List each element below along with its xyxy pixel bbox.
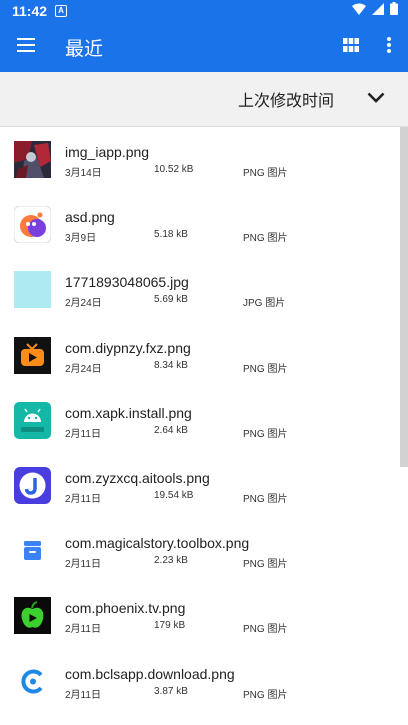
file-type: JPG 图片 <box>243 298 286 310</box>
appbar-actions <box>332 22 408 72</box>
notification-icon: A <box>55 5 68 17</box>
app-logo-thumbnail <box>14 206 51 244</box>
file-name: com.diypnzy.fxz.png <box>65 339 191 356</box>
file-type: PNG 图片 <box>243 363 288 375</box>
file-name: 1771893048065.jpg <box>65 274 189 291</box>
list-item[interactable]: com.phoenix.tv.png 2月11日 179 kB PNG 图片 <box>0 583 408 648</box>
file-size: 19.54 kB <box>154 489 194 501</box>
file-size: 2.64 kB <box>154 424 188 436</box>
file-type: PNG 图片 <box>243 624 288 636</box>
list-item[interactable]: asd.png 3月9日 5.18 kB PNG 图片 <box>0 192 408 257</box>
more-vert-icon <box>387 36 391 58</box>
file-list: img_iapp.png 3月14日 10.52 kB PNG 图片 asd.p… <box>0 127 408 714</box>
status-right <box>352 2 398 20</box>
file-name: img_iapp.png <box>65 144 150 160</box>
list-item[interactable]: com.zyzxcq.aitools.png 2月11日 19.54 kB PN… <box>0 453 408 518</box>
file-size: 5.69 kB <box>154 294 188 306</box>
file-name: asd.png <box>65 209 115 226</box>
signal-icon <box>372 2 384 20</box>
grid-view-icon <box>343 37 359 57</box>
list-item[interactable]: com.xapk.install.png 2月11日 2.64 kB PNG 图… <box>0 388 408 453</box>
list-item[interactable]: com.diypnzy.fxz.png 2月24日 8.34 kB PNG 图片 <box>0 323 408 388</box>
sort-bar: 上次修改时间 <box>0 72 408 127</box>
image-thumbnail <box>14 141 51 178</box>
file-size: 5.18 kB <box>154 229 188 241</box>
file-name: com.bclsapp.download.png <box>65 665 235 682</box>
file-type: PNG 图片 <box>243 168 288 179</box>
status-left: 11:42 A <box>12 3 68 19</box>
download-app-thumbnail <box>14 662 51 700</box>
file-type: PNG 图片 <box>243 233 288 245</box>
hamburger-menu-icon <box>17 37 35 57</box>
android-app-thumbnail <box>14 401 51 439</box>
list-item[interactable]: com.bclsapp.download.png 2月11日 3.87 kB P… <box>0 649 408 714</box>
more-options-button[interactable] <box>370 22 408 72</box>
status-time: 11:42 <box>12 3 48 19</box>
file-date: 3月9日 <box>65 233 97 245</box>
battery-icon <box>390 2 398 20</box>
file-name: com.magicalstory.toolbox.png <box>65 535 250 552</box>
file-type: PNG 图片 <box>243 493 288 505</box>
wifi-icon <box>352 2 366 20</box>
scrollbar-thumb[interactable] <box>400 127 408 467</box>
list-item[interactable]: 1771893048065.jpg 2月24日 5.69 kB JPG 图片 <box>0 257 408 322</box>
file-name: com.phoenix.tv.png <box>65 600 186 617</box>
file-type: PNG 图片 <box>243 689 288 701</box>
file-name: com.zyzxcq.aitools.png <box>65 469 210 486</box>
sort-order-button[interactable] <box>356 79 396 119</box>
file-date: 2月11日 <box>65 493 101 505</box>
file-date: 2月11日 <box>65 624 101 636</box>
j-app-thumbnail <box>14 466 51 504</box>
file-name: com.xapk.install.png <box>65 404 192 421</box>
apple-tv-thumbnail <box>14 597 51 635</box>
light-blue-thumbnail <box>14 271 51 309</box>
list-item[interactable]: img_iapp.png 3月14日 10.52 kB PNG 图片 <box>0 127 408 192</box>
chevron-down-icon <box>367 90 385 108</box>
status-bar: 11:42 A <box>0 0 408 22</box>
file-date: 2月24日 <box>65 363 102 375</box>
file-type: PNG 图片 <box>243 428 288 440</box>
page-title: 最近 <box>65 38 104 60</box>
app-bar: 最近 <box>0 22 408 72</box>
file-date: 2月11日 <box>65 689 101 701</box>
file-size: 179 kB <box>154 620 186 632</box>
file-date: 3月14日 <box>65 168 102 179</box>
file-size: 3.87 kB <box>154 685 188 697</box>
list-item[interactable]: com.magicalstory.toolbox.png 2月11日 2.23 … <box>0 518 408 583</box>
file-date: 2月11日 <box>65 428 101 440</box>
toolbox-app-thumbnail <box>14 532 51 570</box>
file-date: 2月11日 <box>65 559 101 571</box>
grid-view-button[interactable] <box>332 22 370 72</box>
file-type: PNG 图片 <box>243 559 288 571</box>
menu-button[interactable] <box>0 22 52 72</box>
file-size: 8.34 kB <box>154 359 188 371</box>
file-size: 2.23 kB <box>154 555 188 567</box>
file-date: 2月24日 <box>65 298 102 310</box>
sort-label[interactable]: 上次修改时间 <box>238 87 334 111</box>
tv-app-thumbnail <box>14 336 51 374</box>
file-size: 10.52 kB <box>154 164 194 175</box>
